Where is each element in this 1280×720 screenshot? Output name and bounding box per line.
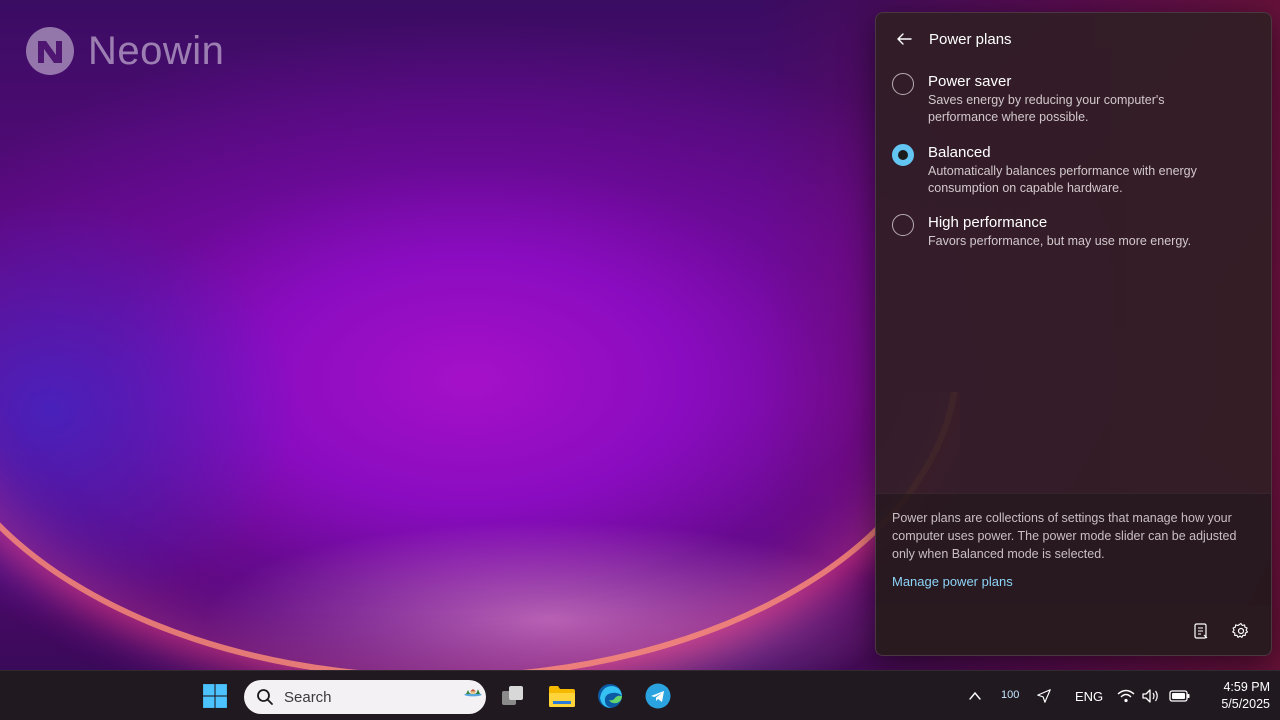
neowin-logo-icon xyxy=(26,27,74,75)
plan-description: Favors performance, but may use more ene… xyxy=(928,234,1192,248)
taskbar-clock[interactable]: 4:59 PM 5/5/2025 xyxy=(1206,679,1270,713)
plan-description: performance where possible. xyxy=(928,110,1089,124)
wifi-icon xyxy=(1117,689,1135,703)
plan-name: Power saver xyxy=(928,73,1012,90)
flyout-header: Power plans xyxy=(876,13,1271,65)
task-view-icon xyxy=(502,686,523,705)
telegram-icon xyxy=(645,683,671,709)
start-icon xyxy=(203,684,227,708)
battery-percent-tray[interactable]: 100 xyxy=(1001,689,1019,701)
plan-description: Saves energy by reducing your computer's xyxy=(928,93,1165,107)
plan-name: High performance xyxy=(928,214,1048,231)
plan-description: Automatically balances performance with … xyxy=(928,164,1197,178)
file-explorer-button[interactable] xyxy=(544,678,580,714)
watermark-text: Neowin xyxy=(88,28,225,73)
battery-icon xyxy=(1169,690,1190,702)
edge-icon xyxy=(598,684,622,708)
power-plans-info-text: Power plans are collections of settings … xyxy=(892,511,1237,561)
search-icon xyxy=(257,689,273,705)
network-volume-battery-icons xyxy=(1117,689,1190,703)
battery-report-button[interactable] xyxy=(1187,617,1215,645)
location-tray-button[interactable] xyxy=(1027,678,1061,714)
file-explorer-icon xyxy=(549,686,575,707)
settings-button[interactable] xyxy=(1227,617,1255,645)
search-highlight-icon xyxy=(464,689,482,697)
search-placeholder: Search xyxy=(284,688,332,706)
back-arrow-icon xyxy=(897,33,912,45)
plan-description: consumption on capable hardware. xyxy=(928,181,1123,195)
back-button[interactable] xyxy=(888,23,920,55)
document-icon xyxy=(1194,623,1208,639)
clock-date: 5/5/2025 xyxy=(1221,697,1270,711)
plan-name: Balanced xyxy=(928,144,991,161)
power-plans-flyout: Power plans Power saver Saves energy by … xyxy=(875,12,1272,656)
taskbar: Search 100 ENG 4:59 PM 5/5/2025 xyxy=(0,670,1280,720)
gear-icon xyxy=(1232,622,1249,638)
clock-time: 4:59 PM xyxy=(1223,680,1270,694)
manage-power-plans-link[interactable]: Manage power plans xyxy=(892,574,1013,589)
chevron-up-icon xyxy=(969,691,981,700)
flyout-info-section: Power plans are collections of settings … xyxy=(876,493,1271,605)
volume-icon xyxy=(1142,689,1158,703)
plan-option-balanced[interactable]: Balanced Automatically balances performa… xyxy=(892,143,1262,197)
neowin-watermark: Neowin xyxy=(24,24,224,78)
quick-settings-button[interactable] xyxy=(1110,678,1200,714)
plan-option-high-performance[interactable]: High performance Favors performance, but… xyxy=(892,213,1262,250)
location-arrow-icon xyxy=(1037,689,1051,703)
radio-balanced[interactable] xyxy=(892,144,914,166)
flyout-bottom-bar xyxy=(876,605,1271,655)
edge-button[interactable] xyxy=(592,678,628,714)
language-indicator[interactable]: ENG xyxy=(1075,689,1103,704)
telegram-button[interactable] xyxy=(640,678,676,714)
taskbar-search-box[interactable]: Search xyxy=(244,680,486,714)
start-button[interactable] xyxy=(197,678,233,714)
radio-high-performance[interactable] xyxy=(892,214,914,236)
radio-power-saver[interactable] xyxy=(892,73,914,95)
show-hidden-icons-button[interactable] xyxy=(958,678,992,714)
task-view-button[interactable] xyxy=(495,678,531,714)
plan-option-power-saver[interactable]: Power saver Saves energy by reducing you… xyxy=(892,72,1262,126)
flyout-title: Power plans xyxy=(929,30,1012,48)
